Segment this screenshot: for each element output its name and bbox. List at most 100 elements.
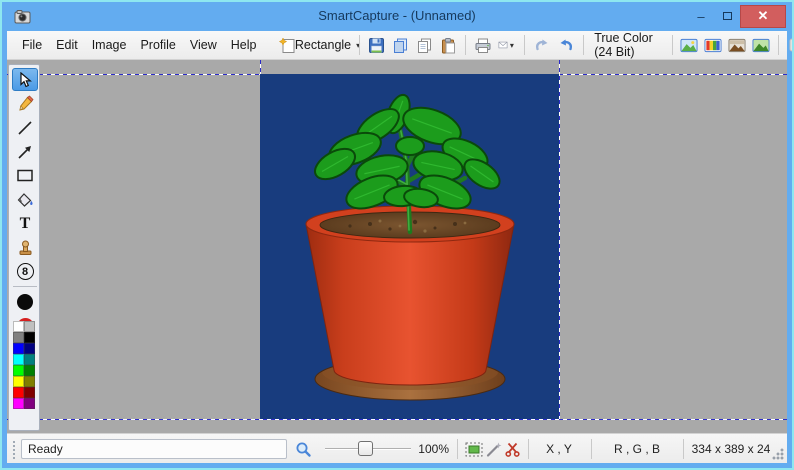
- chevron-down-icon: ▾: [508, 41, 516, 50]
- color-swatch[interactable]: [24, 376, 35, 387]
- rectangle-tool[interactable]: [12, 164, 38, 187]
- undo-button[interactable]: [531, 34, 553, 56]
- pencil-tool[interactable]: [12, 92, 38, 115]
- paste-button[interactable]: [437, 34, 459, 56]
- text-capture-button-disabled[interactable]: [785, 34, 794, 56]
- counter-icon: 8: [17, 263, 34, 280]
- color-swatch[interactable]: [13, 321, 24, 332]
- color-swatch-grid: [13, 321, 36, 409]
- color-swatch[interactable]: [24, 398, 35, 409]
- toolbar-separator: [359, 35, 360, 55]
- toolbar-separator: [524, 35, 525, 55]
- image-colors-icon: [704, 38, 722, 53]
- color-swatch[interactable]: [24, 354, 35, 365]
- app-window: SmartCapture - (Unnamed) – ✕ File Edit I…: [0, 0, 794, 470]
- image-resize-button[interactable]: [678, 34, 700, 56]
- color-swatch[interactable]: [24, 321, 35, 332]
- stamp-tool[interactable]: [12, 236, 38, 259]
- fill-bucket-icon: [16, 192, 34, 208]
- color-swatch[interactable]: [13, 398, 24, 409]
- status-bar: Ready 100%: [7, 433, 787, 463]
- magic-wand-button[interactable]: [485, 434, 502, 464]
- save-icon: [368, 37, 385, 54]
- zoom-magnifier-icon: [295, 434, 312, 464]
- zoom-level: 100%: [405, 434, 449, 464]
- arrow-tool[interactable]: [12, 140, 38, 163]
- redo-icon: [557, 37, 575, 53]
- image-canvas-button[interactable]: [750, 34, 772, 56]
- pointer-icon: [18, 72, 32, 88]
- menu-image[interactable]: Image: [85, 34, 134, 56]
- canvas-area[interactable]: T 8 ✕: [7, 60, 787, 433]
- image-brightness-button[interactable]: [726, 34, 748, 56]
- foreground-color-tool[interactable]: [12, 290, 38, 313]
- copy-icon: [416, 37, 433, 54]
- statusbar-separator: [683, 439, 684, 459]
- title-bar: SmartCapture - (Unnamed) – ✕: [2, 2, 792, 31]
- color-depth-label: True Color (24 Bit): [591, 31, 663, 59]
- line-tool[interactable]: [12, 116, 38, 139]
- image-canvas-icon: [752, 38, 770, 53]
- email-dropdown[interactable]: ▾: [496, 34, 518, 56]
- color-swatch[interactable]: [13, 354, 24, 365]
- minimize-button[interactable]: –: [688, 5, 714, 27]
- statusbar-separator: [528, 439, 529, 459]
- color-swatch[interactable]: [24, 343, 35, 354]
- window-title: SmartCapture - (Unnamed): [2, 8, 792, 23]
- email-icon: [498, 38, 508, 52]
- toolbar-separator: [778, 35, 779, 55]
- color-swatch[interactable]: [13, 365, 24, 376]
- maximize-button[interactable]: [714, 5, 740, 27]
- cursor-xy-readout: X , Y: [531, 434, 587, 464]
- color-swatch[interactable]: [24, 365, 35, 376]
- text-tool[interactable]: T: [12, 212, 38, 235]
- image-colors-button[interactable]: [702, 34, 724, 56]
- copy-button[interactable]: [413, 34, 435, 56]
- palette-separator: [13, 286, 37, 287]
- pixel-rgb-readout: R , G , B: [595, 434, 679, 464]
- zoom-slider-thumb[interactable]: [358, 441, 373, 456]
- close-button[interactable]: ✕: [740, 5, 786, 28]
- statusbar-separator: [457, 439, 458, 459]
- menu-file[interactable]: File: [15, 34, 49, 56]
- maximize-icon: [723, 12, 732, 20]
- color-swatch[interactable]: [24, 387, 35, 398]
- menu-view[interactable]: View: [183, 34, 224, 56]
- color-depth-dropdown[interactable]: True Color (24 Bit): [589, 34, 665, 56]
- scissors-icon: [504, 441, 521, 458]
- menu-help[interactable]: Help: [224, 34, 264, 56]
- scissors-button[interactable]: [504, 434, 521, 464]
- menu-edit[interactable]: Edit: [49, 34, 85, 56]
- color-swatch[interactable]: [13, 343, 24, 354]
- tool-palette: T 8 ✕: [8, 64, 40, 431]
- duplicate-button[interactable]: [389, 34, 411, 56]
- toolbar-separator: [583, 35, 584, 55]
- menu-profile[interactable]: Profile: [133, 34, 182, 56]
- fill-tool[interactable]: [12, 188, 38, 211]
- color-swatch[interactable]: [13, 332, 24, 343]
- pointer-tool[interactable]: [12, 68, 38, 91]
- line-icon: [17, 120, 33, 136]
- color-swatch[interactable]: [13, 387, 24, 398]
- toolbar-separator: [672, 35, 673, 55]
- color-swatch[interactable]: [24, 332, 35, 343]
- save-button[interactable]: [365, 34, 387, 56]
- toolbar-separator: [465, 35, 466, 55]
- text-tool-icon: T: [20, 216, 31, 232]
- captured-image[interactable]: [260, 74, 559, 419]
- menu-bar: File Edit Image Profile View Help: [13, 31, 269, 59]
- print-button[interactable]: [472, 34, 494, 56]
- potted-plant-image: [260, 74, 559, 419]
- menu-toolbar-row: File Edit Image Profile View Help Rectan…: [7, 31, 787, 60]
- black-circle-icon: [17, 294, 33, 310]
- counter-tool[interactable]: 8: [12, 260, 38, 283]
- duplicate-icon: [392, 37, 409, 54]
- color-swatch[interactable]: [13, 376, 24, 387]
- statusbar-grip[interactable]: [11, 439, 16, 459]
- redo-button[interactable]: [555, 34, 577, 56]
- resize-grip[interactable]: [772, 448, 784, 460]
- text-disabled-icon: [788, 37, 794, 53]
- capture-mode-dropdown[interactable]: Rectangle ▾: [301, 34, 352, 56]
- selection-marquee-button[interactable]: [465, 434, 483, 464]
- image-resize-icon: [680, 38, 698, 53]
